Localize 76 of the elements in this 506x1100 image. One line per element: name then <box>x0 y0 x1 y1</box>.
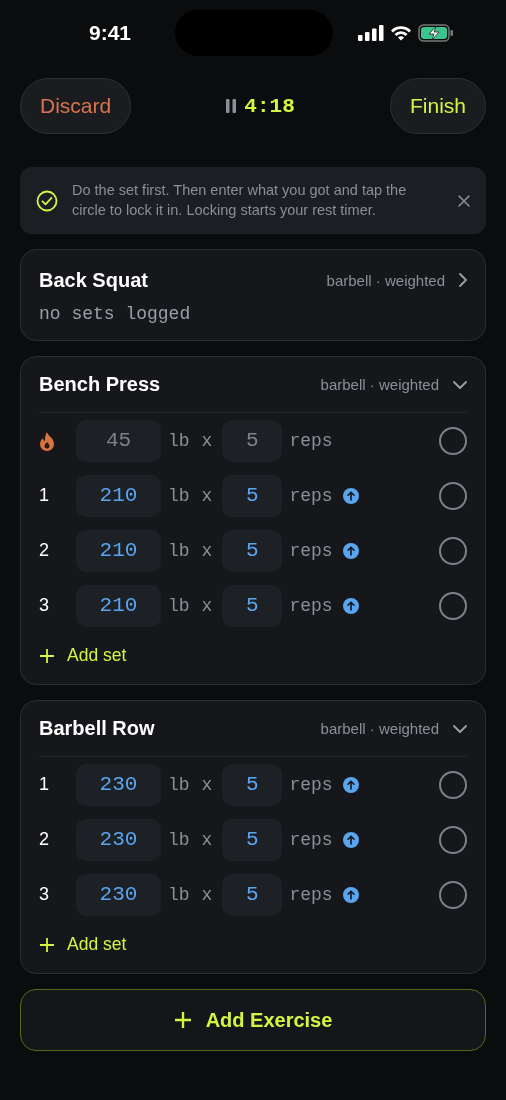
times-sign: x <box>201 829 213 850</box>
battery-icon <box>418 24 454 42</box>
reps-unit: reps <box>289 595 333 616</box>
complete-set-checkbox[interactable] <box>439 591 467 620</box>
times-sign: x <box>201 540 213 561</box>
reps-input[interactable]: 5 <box>222 419 283 462</box>
flame-icon <box>39 430 55 451</box>
close-icon[interactable] <box>458 194 470 207</box>
complete-set-checkbox[interactable] <box>439 536 467 565</box>
complete-set-checkbox[interactable] <box>439 426 467 455</box>
weight-unit: lb <box>168 430 190 451</box>
signal-icon <box>358 25 384 41</box>
chevron-down-icon[interactable] <box>453 380 467 389</box>
set-number: 3 <box>39 884 49 905</box>
reps-unit: reps <box>289 829 333 850</box>
workout-timer: 4:18 <box>244 94 295 118</box>
add-set-button[interactable]: Add set <box>39 922 127 973</box>
status-time: 9:41 <box>88 21 132 45</box>
plus-icon <box>173 1011 192 1029</box>
exercise-tags: barbell · weighted <box>326 271 445 289</box>
reps-input[interactable]: 5 <box>222 584 283 627</box>
set-number: 2 <box>39 540 49 561</box>
set-number: 1 <box>39 485 49 506</box>
weight-unit: lb <box>168 884 190 905</box>
reps-input[interactable]: 5 <box>222 529 283 572</box>
weight-input[interactable]: 210 <box>76 474 161 517</box>
weight-input[interactable]: 230 <box>76 818 161 861</box>
reps-unit: reps <box>289 485 333 506</box>
complete-set-checkbox[interactable] <box>439 481 467 510</box>
add-set-button[interactable]: Add set <box>39 633 127 684</box>
weight-unit: lb <box>168 774 190 795</box>
weight-unit: lb <box>168 540 190 561</box>
exercise-name[interactable]: Bench Press <box>39 373 311 396</box>
complete-set-checkbox[interactable] <box>439 880 467 909</box>
set-number: 3 <box>39 595 49 616</box>
reps-input[interactable]: 5 <box>222 474 283 517</box>
reps-unit: reps <box>289 774 333 795</box>
weight-input[interactable]: 210 <box>76 584 161 627</box>
reps-unit: reps <box>289 540 333 561</box>
reps-input[interactable]: 5 <box>222 763 283 806</box>
weight-input[interactable]: 230 <box>76 763 161 806</box>
empty-sets-text: no sets logged <box>39 304 192 326</box>
chevron-down-icon[interactable] <box>453 724 467 733</box>
discard-button[interactable]: Discard <box>20 78 132 134</box>
finish-button[interactable]: Finish <box>389 78 486 134</box>
reps-unit: reps <box>289 884 333 905</box>
weight-input[interactable]: 45 <box>76 419 161 462</box>
plus-icon <box>39 936 55 953</box>
times-sign: x <box>201 485 213 506</box>
weight-unit: lb <box>168 595 190 616</box>
set-number: 1 <box>39 774 49 795</box>
tip-text: Do the set first. Then enter what you got and tap the circle to lock it in. Locking starts your rest timer. <box>72 181 408 220</box>
reps-input[interactable]: 5 <box>222 873 283 916</box>
set-number: 2 <box>39 829 49 850</box>
weight-input[interactable]: 210 <box>76 529 161 572</box>
reps-unit: reps <box>289 430 333 451</box>
weight-unit: lb <box>168 485 190 506</box>
check-circle-icon <box>36 189 58 212</box>
plus-icon <box>39 647 55 664</box>
add-exercise-button[interactable]: Add Exercise <box>20 989 486 1051</box>
chevron-right-icon[interactable] <box>459 273 467 287</box>
times-sign: x <box>201 884 213 905</box>
exercise-tags: barbell · weighted <box>320 376 439 393</box>
times-sign: x <box>201 595 213 616</box>
times-sign: x <box>201 774 213 795</box>
complete-set-checkbox[interactable] <box>439 825 467 854</box>
exercise-tags: barbell · weighted <box>320 720 439 737</box>
exercise-name[interactable]: Back Squat <box>39 268 317 292</box>
weight-unit: lb <box>168 829 190 850</box>
weight-input[interactable]: 230 <box>76 873 161 916</box>
exercise-name[interactable]: Barbell Row <box>39 717 311 740</box>
complete-set-checkbox[interactable] <box>439 770 467 799</box>
pause-icon[interactable] <box>226 99 237 113</box>
times-sign: x <box>201 430 213 451</box>
wifi-icon <box>390 25 412 41</box>
reps-input[interactable]: 5 <box>222 818 283 861</box>
